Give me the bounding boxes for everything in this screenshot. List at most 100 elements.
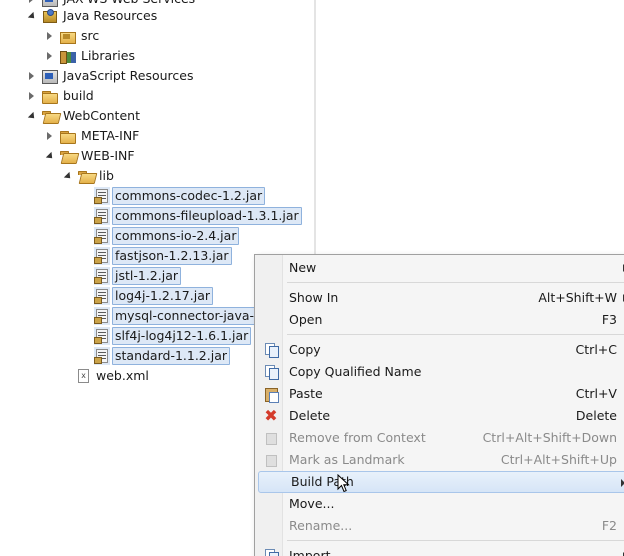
tree-item-label: Java Resources bbox=[63, 8, 158, 23]
menu-item-shortcut: Ctrl+V bbox=[575, 386, 617, 401]
xml-file-icon: x bbox=[78, 369, 89, 383]
menu-item-open[interactable]: Open F3 bbox=[257, 309, 624, 331]
tree-item-label: fastjson-1.2.13.jar bbox=[112, 247, 232, 265]
tree-item-label: commons-fileupload-1.3.1.jar bbox=[112, 207, 302, 225]
tree-item-src[interactable]: src bbox=[42, 26, 101, 46]
javascript-resources-icon bbox=[41, 68, 58, 84]
menu-item-label: Mark as Landmark bbox=[289, 452, 405, 467]
tree-item-label: WebContent bbox=[63, 108, 140, 123]
tree-item-jar[interactable]: fastjson-1.2.13.jar bbox=[92, 246, 232, 266]
tree-item-javascript-resources[interactable]: JavaScript Resources bbox=[24, 66, 195, 86]
menu-item-label: New bbox=[289, 260, 317, 275]
menu-separator bbox=[287, 540, 624, 541]
tree-item-meta-inf[interactable]: META-INF bbox=[42, 126, 141, 146]
menu-item-shortcut: Alt+Shift+W bbox=[538, 290, 617, 305]
tree-item-jar[interactable]: commons-codec-1.2.jar bbox=[92, 186, 266, 206]
menu-item-shortcut: F2 bbox=[601, 518, 617, 533]
remove-context-icon bbox=[263, 430, 279, 446]
tree-item-label: log4j-1.2.17.jar bbox=[112, 287, 213, 305]
expand-arrow-icon[interactable] bbox=[24, 86, 38, 106]
tree-item-web-inf[interactable]: WEB-INF bbox=[42, 146, 137, 166]
menu-item-copy[interactable]: Copy Ctrl+C bbox=[257, 339, 624, 361]
mouse-pointer-icon bbox=[337, 474, 350, 493]
tree-item-label: lib bbox=[99, 168, 114, 183]
tree-item-java-resources[interactable]: Java Resources bbox=[24, 6, 159, 26]
tree-item-lib[interactable]: lib bbox=[60, 166, 116, 186]
expand-arrow-icon[interactable] bbox=[24, 66, 38, 86]
menu-item-import[interactable]: Import bbox=[257, 545, 624, 556]
tree-item-label: mysql-connector-java-5 bbox=[112, 307, 265, 325]
menu-item-label: Move... bbox=[289, 496, 335, 511]
menu-item-label: Show In bbox=[289, 290, 339, 305]
collapse-arrow-icon[interactable] bbox=[24, 6, 38, 26]
menu-separator bbox=[287, 334, 624, 335]
menu-item-shortcut: Ctrl+Alt+Shift+Up bbox=[500, 452, 617, 467]
menu-item-shortcut: Ctrl+Alt+Shift+Down bbox=[482, 430, 617, 445]
tree-item-jar[interactable]: standard-1.1.2.jar bbox=[92, 346, 231, 366]
jar-file-icon bbox=[94, 269, 108, 284]
tree-item-label: WEB-INF bbox=[81, 148, 135, 163]
jar-file-icon bbox=[94, 209, 108, 224]
paste-icon bbox=[263, 386, 279, 403]
tree-item-web-xml[interactable]: x web.xml bbox=[74, 366, 151, 386]
menu-item-remove-from-context[interactable]: Remove from Context Ctrl+Alt+Shift+Down bbox=[257, 427, 624, 449]
jar-file-icon bbox=[94, 289, 108, 304]
collapse-arrow-icon[interactable] bbox=[42, 146, 56, 166]
menu-item-shortcut: Delete bbox=[575, 408, 617, 423]
folder-icon bbox=[59, 128, 76, 144]
tree-item-jar[interactable]: commons-io-2.4.jar bbox=[92, 226, 240, 246]
folder-open-icon bbox=[41, 108, 58, 124]
tree-item-label: slf4j-log4j12-1.6.1.jar bbox=[112, 327, 252, 345]
menu-item-label: Copy Qualified Name bbox=[289, 364, 422, 379]
menu-item-label: Import bbox=[289, 548, 331, 556]
menu-item-mark-as-landmark[interactable]: Mark as Landmark Ctrl+Alt+Shift+Up bbox=[257, 449, 624, 471]
menu-item-label: Paste bbox=[289, 386, 323, 401]
collapse-arrow-icon[interactable] bbox=[24, 106, 38, 126]
tree-item-jar[interactable]: slf4j-log4j12-1.6.1.jar bbox=[92, 326, 252, 346]
menu-item-label: Delete bbox=[289, 408, 331, 423]
menu-item-rename[interactable]: Rename... F2 bbox=[257, 515, 624, 537]
jar-file-icon bbox=[94, 249, 108, 264]
menu-item-build-path[interactable]: Build Path bbox=[258, 471, 624, 493]
jar-file-icon bbox=[94, 229, 108, 244]
menu-item-show-in[interactable]: Show In Alt+Shift+W bbox=[257, 287, 624, 309]
landmark-icon bbox=[263, 452, 279, 468]
delete-icon: ✖ bbox=[264, 406, 278, 425]
expand-arrow-icon[interactable] bbox=[42, 26, 56, 46]
folder-open-icon bbox=[77, 168, 94, 184]
tree-item-label: jstl-1.2.jar bbox=[112, 267, 181, 285]
tree-item-label: commons-codec-1.2.jar bbox=[112, 187, 266, 205]
menu-item-label: Open bbox=[289, 312, 323, 327]
copy-icon bbox=[263, 342, 279, 358]
menu-item-move[interactable]: Move... bbox=[257, 493, 624, 515]
tree-item-label: Libraries bbox=[81, 48, 135, 63]
menu-item-new[interactable]: New bbox=[257, 257, 624, 279]
tree-item-jar[interactable]: mysql-connector-java-5 bbox=[92, 306, 265, 326]
import-icon bbox=[263, 548, 279, 556]
tree-item-webcontent[interactable]: WebContent bbox=[24, 106, 142, 126]
tree-item-label: standard-1.1.2.jar bbox=[112, 347, 231, 365]
menu-item-label: Rename... bbox=[289, 518, 353, 533]
tree-item-label: META-INF bbox=[81, 128, 140, 143]
tree-item-label: commons-io-2.4.jar bbox=[112, 227, 240, 245]
tree-item-build[interactable]: build bbox=[24, 86, 96, 106]
expand-arrow-icon[interactable] bbox=[42, 126, 56, 146]
tree-item-label: JavaScript Resources bbox=[63, 68, 194, 83]
menu-item-delete[interactable]: ✖ Delete Delete bbox=[257, 405, 624, 427]
tree-item-libraries[interactable]: Libraries bbox=[42, 46, 137, 66]
java-resources-icon bbox=[41, 8, 58, 24]
tree-item-jar[interactable]: commons-fileupload-1.3.1.jar bbox=[92, 206, 302, 226]
menu-item-paste[interactable]: Paste Ctrl+V bbox=[257, 383, 624, 405]
tree-item-jar[interactable]: jstl-1.2.jar bbox=[92, 266, 181, 286]
collapse-arrow-icon[interactable] bbox=[60, 166, 74, 186]
menu-item-copy-qualified-name[interactable]: Copy Qualified Name bbox=[257, 361, 624, 383]
tree-item-label: src bbox=[81, 28, 100, 43]
jar-file-icon bbox=[94, 349, 108, 364]
source-folder-icon bbox=[59, 28, 76, 44]
menu-item-shortcut: F3 bbox=[601, 312, 617, 327]
tree-item-jar[interactable]: log4j-1.2.17.jar bbox=[92, 286, 213, 306]
menu-item-shortcut: Ctrl+C bbox=[575, 342, 617, 357]
jar-file-icon bbox=[94, 329, 108, 344]
libraries-icon bbox=[59, 48, 76, 64]
expand-arrow-icon[interactable] bbox=[42, 46, 56, 66]
